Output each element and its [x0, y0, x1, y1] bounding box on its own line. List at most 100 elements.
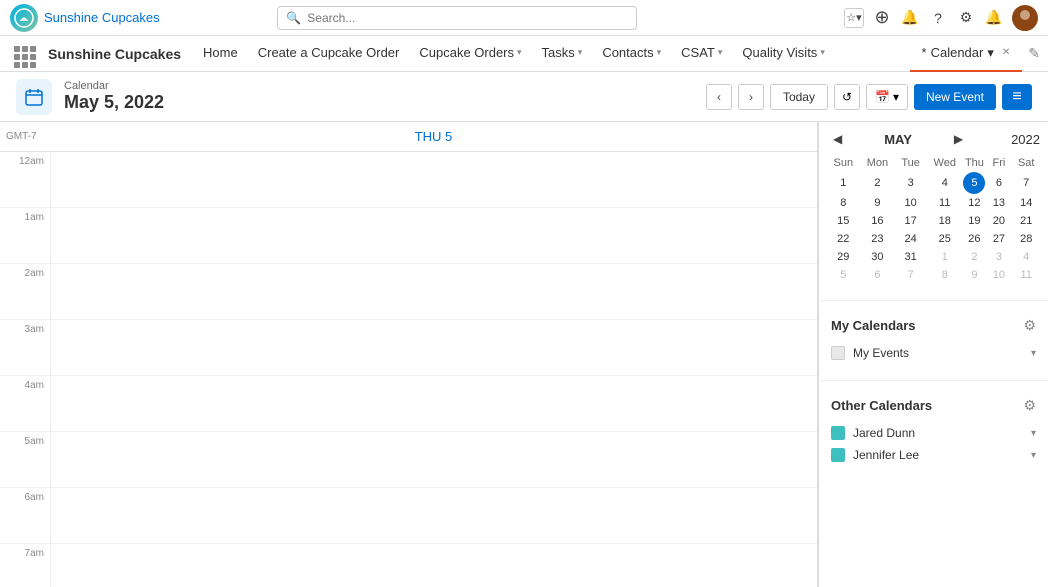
mini-cal-day[interactable]: 2 — [963, 248, 985, 266]
my-calendars-gear-icon[interactable]: ⚙ — [1023, 317, 1036, 334]
prev-day-button[interactable]: ‹ — [706, 84, 732, 110]
mini-cal-day[interactable]: 18 — [926, 212, 963, 230]
mini-cal-day[interactable]: 10 — [985, 266, 1012, 284]
mini-cal-day[interactable]: 20 — [985, 212, 1012, 230]
mini-cal-day[interactable]: 6 — [985, 172, 1012, 194]
tab-label: Calendar — [931, 45, 984, 60]
nav-item-create-order[interactable]: Create a Cupcake Order — [248, 36, 410, 72]
jared-dunn-chevron-icon[interactable]: ▾ — [1031, 428, 1036, 439]
next-day-button[interactable]: › — [738, 84, 764, 110]
chevron-icon: ▾ — [657, 47, 662, 58]
top-icons: ☆▾ ⊕ 🔔 ? ⚙ 🔔 — [844, 5, 1038, 31]
calendar-label: Calendar — [64, 80, 164, 92]
settings-icon[interactable]: ⚙ — [956, 8, 976, 28]
mini-cal-day[interactable]: 23 — [860, 230, 896, 248]
add-icon[interactable]: ⊕ — [872, 8, 892, 28]
mini-cal-day[interactable]: 2 — [860, 172, 896, 194]
favorites-icon[interactable]: ☆▾ — [844, 8, 864, 28]
mini-cal-day[interactable]: 31 — [895, 248, 926, 266]
mini-cal-day[interactable]: 8 — [926, 266, 963, 284]
nav-item-contacts[interactable]: Contacts ▾ — [592, 36, 671, 72]
mini-next-month-button[interactable]: ▶ — [948, 130, 969, 148]
other-calendars-gear-icon[interactable]: ⚙ — [1023, 397, 1036, 414]
time-row: 6am — [0, 488, 817, 544]
nav-item-csat[interactable]: CSAT ▾ — [671, 36, 732, 72]
grid-menu-icon[interactable] — [8, 40, 36, 68]
search-input[interactable] — [307, 11, 628, 25]
calendar-date: May 5, 2022 — [64, 92, 164, 113]
mini-cal-day[interactable]: 4 — [926, 172, 963, 194]
mini-cal-day[interactable]: 25 — [926, 230, 963, 248]
time-label: 5am — [0, 432, 50, 487]
mini-cal-day[interactable]: 12 — [963, 194, 985, 212]
nav-item-cupcake-orders[interactable]: Cupcake Orders ▾ — [409, 36, 531, 72]
mini-cal-day[interactable]: 15 — [827, 212, 860, 230]
time-cell — [50, 264, 817, 319]
my-events-chevron-icon[interactable]: ▾ — [1031, 348, 1036, 359]
new-event-button[interactable]: New Event — [914, 84, 996, 110]
jared-dunn-left: Jared Dunn — [831, 426, 915, 440]
mini-cal-day[interactable]: 17 — [895, 212, 926, 230]
calendar-view-icon: 📅 — [875, 90, 890, 104]
mini-cal-day[interactable]: 5 — [963, 172, 985, 194]
mini-cal-day[interactable]: 13 — [985, 194, 1012, 212]
tab-calendar[interactable]: * Calendar ▾ ✕ — [910, 36, 1023, 72]
right-sidebar: ◀ MAY ▶ 2022 Sun Mon Tue Wed Thu Fri S — [818, 122, 1048, 587]
view-selector-button[interactable]: 📅 ▾ — [866, 84, 908, 110]
mini-cal-day[interactable]: 22 — [827, 230, 860, 248]
edit-icon[interactable]: ✎ — [1028, 45, 1040, 62]
mini-cal-day[interactable]: 9 — [860, 194, 896, 212]
mini-cal-day[interactable]: 7 — [895, 266, 926, 284]
time-cell — [50, 544, 817, 587]
mini-cal-day[interactable]: 28 — [1012, 230, 1040, 248]
mini-cal-day[interactable]: 1 — [827, 172, 860, 194]
time-cell — [50, 208, 817, 263]
mini-cal-day[interactable]: 3 — [985, 248, 1012, 266]
mini-cal-day[interactable]: 29 — [827, 248, 860, 266]
mini-cal-day[interactable]: 5 — [827, 266, 860, 284]
notification-icon[interactable]: 🔔 — [900, 8, 920, 28]
day-header-fri: Fri — [985, 154, 1012, 172]
divider — [819, 300, 1048, 301]
calendar-title: Calendar May 5, 2022 — [64, 80, 164, 113]
mini-cal-day[interactable]: 6 — [860, 266, 896, 284]
alerts-icon[interactable]: 🔔 — [984, 8, 1004, 28]
mini-cal-day[interactable]: 30 — [860, 248, 896, 266]
nav-item-quality-visits[interactable]: Quality Visits ▾ — [732, 36, 834, 72]
time-grid[interactable]: 12am 1am 2am 3am 4am 5am — [0, 152, 817, 587]
mini-cal-day[interactable]: 10 — [895, 194, 926, 212]
mini-cal-day[interactable]: 26 — [963, 230, 985, 248]
help-icon[interactable]: ? — [928, 8, 948, 28]
mini-cal-day[interactable]: 1 — [926, 248, 963, 266]
mini-cal-day[interactable]: 3 — [895, 172, 926, 194]
jennifer-lee-chevron-icon[interactable]: ▾ — [1031, 450, 1036, 461]
search-bar[interactable]: 🔍 — [277, 6, 637, 30]
close-tab-icon[interactable]: ✕ — [1002, 47, 1010, 58]
list-view-button[interactable]: ≡ — [1002, 84, 1032, 110]
logo-area: Sunshine Cupcakes — [10, 4, 170, 32]
mini-cal-day[interactable]: 11 — [1012, 266, 1040, 284]
time-cell — [50, 376, 817, 431]
chevron-icon: ▾ — [517, 47, 522, 58]
nav-tabs: * Calendar ▾ ✕ ✎ — [910, 36, 1040, 72]
avatar[interactable] — [1012, 5, 1038, 31]
mini-cal-day[interactable]: 19 — [963, 212, 985, 230]
mini-cal-day[interactable]: 14 — [1012, 194, 1040, 212]
nav-item-tasks[interactable]: Tasks ▾ — [532, 36, 593, 72]
mini-cal-day[interactable]: 11 — [926, 194, 963, 212]
mini-prev-month-button[interactable]: ◀ — [827, 130, 848, 148]
my-calendars-title: My Calendars — [831, 318, 916, 333]
mini-cal-day[interactable]: 24 — [895, 230, 926, 248]
mini-cal-day[interactable]: 16 — [860, 212, 896, 230]
today-button[interactable]: Today — [770, 84, 828, 110]
nav-item-home[interactable]: Home — [193, 36, 248, 72]
mini-cal-day[interactable]: 27 — [985, 230, 1012, 248]
refresh-button[interactable]: ↺ — [834, 84, 860, 110]
nav-app-name: Sunshine Cupcakes — [48, 46, 181, 62]
time-label: 7am — [0, 544, 50, 587]
mini-cal-day[interactable]: 4 — [1012, 248, 1040, 266]
mini-cal-day[interactable]: 9 — [963, 266, 985, 284]
mini-cal-day[interactable]: 21 — [1012, 212, 1040, 230]
mini-cal-day[interactable]: 7 — [1012, 172, 1040, 194]
mini-cal-day[interactable]: 8 — [827, 194, 860, 212]
